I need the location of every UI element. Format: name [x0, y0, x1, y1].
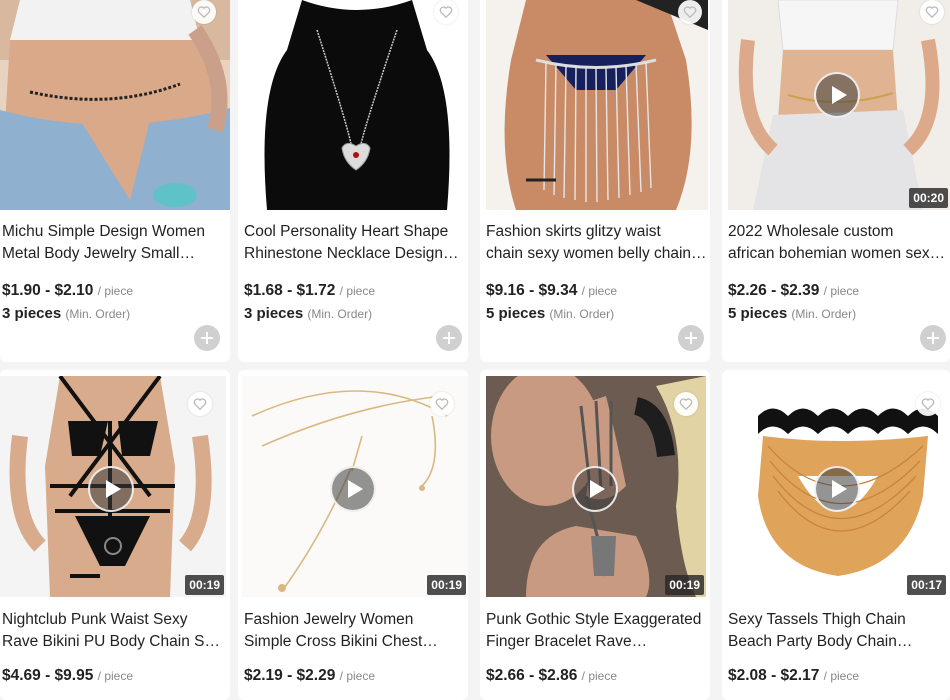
product-card[interactable]: 00:17 Sexy Tassels Thigh Chain Beach Par… — [722, 370, 950, 700]
product-price: $2.66 - $2.86 / piece — [486, 667, 618, 684]
heart-outline-icon[interactable] — [920, 0, 944, 24]
add-to-cart-button[interactable] — [436, 325, 462, 351]
product-image[interactable]: 00:19 — [0, 376, 226, 597]
heart-outline-icon[interactable] — [192, 0, 216, 24]
product-price: $1.68 - $1.72 / piece — [244, 282, 376, 299]
product-card[interactable]: Fashion skirts glitzy waist chain sexy w… — [480, 0, 710, 362]
product-card[interactable]: 00:19 Punk Gothic Style Exaggerated Fing… — [480, 370, 710, 700]
min-order: 3 pieces (Min. Order) — [2, 305, 131, 322]
product-title[interactable]: Fashion Jewelry Women Simple Cross Bikin… — [244, 609, 466, 653]
video-duration-badge: 00:19 — [427, 575, 466, 595]
product-image[interactable] — [242, 0, 468, 210]
product-price: $9.16 - $9.34 / piece — [486, 282, 618, 299]
heart-outline-icon[interactable] — [674, 392, 698, 416]
product-price: $2.19 - $2.29 / piece — [244, 667, 376, 684]
product-title[interactable]: Nightclub Punk Waist Sexy Rave Bikini PU… — [2, 609, 224, 653]
product-title[interactable]: Michu Simple Design Women Metal Body Jew… — [2, 221, 224, 265]
product-image[interactable]: 00:17 — [728, 376, 948, 597]
play-video-icon[interactable] — [88, 466, 134, 512]
product-image[interactable] — [0, 0, 230, 210]
min-order: 3 pieces (Min. Order) — [244, 305, 373, 322]
product-grid: Michu Simple Design Women Metal Body Jew… — [0, 0, 950, 700]
video-duration-badge: 00:20 — [909, 188, 948, 208]
product-title[interactable]: 2022 Wholesale custom african bohemian w… — [728, 221, 950, 265]
product-image[interactable]: 00:19 — [486, 376, 706, 597]
play-video-icon[interactable] — [814, 466, 860, 512]
heart-outline-icon[interactable] — [916, 392, 940, 416]
product-title[interactable]: Sexy Tassels Thigh Chain Beach Party Bod… — [728, 609, 950, 653]
product-card[interactable]: 00:19 Fashion Jewelry Women Simple Cross… — [238, 370, 468, 700]
product-card[interactable]: Michu Simple Design Women Metal Body Jew… — [0, 0, 230, 362]
video-duration-badge: 00:19 — [665, 575, 704, 595]
product-price: $2.26 - $2.39 / piece — [728, 282, 860, 299]
video-duration-badge: 00:17 — [907, 575, 946, 595]
product-card[interactable]: Cool Personality Heart Shape Rhinestone … — [238, 0, 468, 362]
product-price: $4.69 - $9.95 / piece — [2, 667, 134, 684]
video-duration-badge: 00:19 — [185, 575, 224, 595]
add-to-cart-button[interactable] — [194, 325, 220, 351]
play-video-icon[interactable] — [330, 466, 376, 512]
min-order: 5 pieces (Min. Order) — [728, 305, 857, 322]
add-to-cart-button[interactable] — [920, 325, 946, 351]
add-to-cart-button[interactable] — [678, 325, 704, 351]
heart-outline-icon[interactable] — [430, 392, 454, 416]
product-image[interactable]: 00:20 — [728, 0, 950, 210]
heart-outline-icon[interactable] — [678, 0, 702, 24]
min-order: 5 pieces (Min. Order) — [486, 305, 615, 322]
product-title[interactable]: Punk Gothic Style Exaggerated Finger Bra… — [486, 609, 708, 653]
product-title[interactable]: Fashion skirts glitzy waist chain sexy w… — [486, 221, 708, 265]
product-image[interactable]: 00:19 — [242, 376, 468, 597]
heart-outline-icon[interactable] — [188, 392, 212, 416]
play-video-icon[interactable] — [814, 72, 860, 118]
product-image[interactable] — [486, 0, 708, 210]
product-card[interactable]: 00:19 Nightclub Punk Waist Sexy Rave Bik… — [0, 370, 230, 700]
product-title[interactable]: Cool Personality Heart Shape Rhinestone … — [244, 221, 466, 265]
product-price: $2.08 - $2.17 / piece — [728, 667, 860, 684]
heart-outline-icon[interactable] — [434, 0, 458, 24]
play-video-icon[interactable] — [572, 466, 618, 512]
product-price: $1.90 - $2.10 / piece — [2, 282, 134, 299]
product-card[interactable]: 00:20 2022 Wholesale custom african bohe… — [722, 0, 950, 362]
